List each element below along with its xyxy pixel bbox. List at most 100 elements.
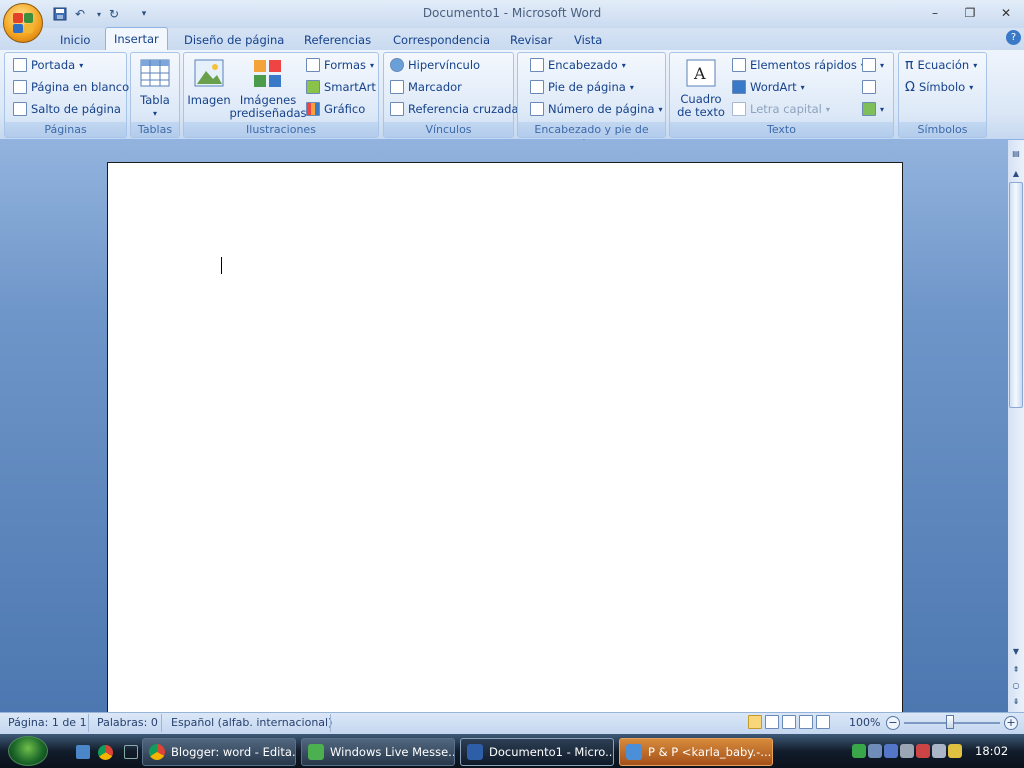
view-buttons [748,715,842,731]
referencia-cruzada-button[interactable]: Referencia cruzada [390,99,519,119]
tab-correspondencia[interactable]: Correspondencia [385,30,498,50]
pie-pagina-button[interactable]: Pie de página ▾ [530,77,634,97]
vertical-scrollbar[interactable]: ▤ ▲ ▼ ⇞ ○ ⇟ [1008,140,1024,712]
outline-icon[interactable] [799,715,813,729]
document-page[interactable] [107,162,903,722]
imagenes-prediseñadas-button[interactable]: Imágenes prediseñadas [229,59,307,120]
taskbar-item-blogger[interactable]: Blogger: word - Edita... [142,738,296,766]
chart-icon [306,102,320,116]
elementos-rapidos-button[interactable]: Elementos rápidos▾ [732,55,865,75]
wordart-button[interactable]: WordArt ▾ [732,77,805,97]
tab-revisar[interactable]: Revisar [502,30,560,50]
zoom-out-icon[interactable]: − [886,716,900,730]
text-box-icon: A [686,59,716,87]
date-time-icon [862,80,876,94]
tabla-button[interactable]: Tabla ▾ [139,59,171,120]
blank-page-icon [13,80,27,94]
page-number-icon [530,102,544,116]
switch-windows-icon[interactable] [124,745,138,759]
language-indicator[interactable]: Español (alfab. internacional) [171,716,332,729]
ecuacion-button[interactable]: π Ecuación ▾ [905,55,977,75]
object-button[interactable]: ▾ [862,99,884,119]
help-icon[interactable]: ? [1006,30,1021,45]
network-icon[interactable] [868,744,882,758]
taskbar-item-word[interactable]: Documento1 - Micro... [460,738,614,766]
next-page-icon[interactable]: ⇟ [1009,694,1023,708]
taskbar-item-messenger[interactable]: Windows Live Messe... [301,738,455,766]
print-layout-icon[interactable] [748,715,762,729]
simbolo-button[interactable]: Ω Símbolo ▾ [905,77,973,97]
start-button[interactable] [8,736,48,766]
window-title: Documento1 - Microsoft Word [422,6,602,20]
zoom-level[interactable]: 100% [849,716,880,729]
show-desktop-icon[interactable] [76,745,90,759]
minimize-button[interactable]: – [922,4,948,22]
tray-icon[interactable] [884,744,898,758]
chat-icon [626,744,642,760]
tab-diseno[interactable]: Diseño de página [176,30,292,50]
web-layout-icon[interactable] [782,715,796,729]
grafico-button[interactable]: Gráfico [306,99,365,119]
tab-inicio[interactable]: Inicio [52,30,98,50]
office-button[interactable] [3,3,43,43]
object-icon [862,102,876,116]
chevron-down-icon: ▾ [969,82,974,92]
tray-icon[interactable] [916,744,930,758]
status-divider [161,714,162,732]
page-count[interactable]: Página: 1 de 1 [8,716,87,729]
formas-button[interactable]: Formas ▾ [306,55,374,75]
status-divider [330,714,331,732]
chrome-quicklaunch-icon[interactable] [98,745,113,760]
salto-pagina-button[interactable]: Salto de página [13,99,121,119]
hipervinculo-button[interactable]: Hipervínculo [390,55,480,75]
text-cursor [221,257,222,274]
word-count[interactable]: Palabras: 0 [97,716,158,729]
numero-pagina-button[interactable]: Número de página ▾ [530,99,663,119]
tray-icon[interactable] [900,744,914,758]
portada-button[interactable]: Portada ▾ [13,55,83,75]
tab-vista[interactable]: Vista [566,30,610,50]
group-label-vinculos: Vínculos [384,122,513,137]
close-button[interactable]: ✕ [993,4,1019,22]
chevron-down-icon: ▾ [973,60,978,70]
smartart-button[interactable]: SmartArt [306,77,376,97]
encabezado-button[interactable]: Encabezado ▾ [530,55,626,75]
taskbar-item-chat[interactable]: P & P <karla_baby.-... [619,738,773,766]
status-divider [88,714,89,732]
ruler-toggle-icon[interactable]: ▤ [1009,146,1023,160]
tray-icon[interactable] [852,744,866,758]
volume-icon[interactable] [932,744,946,758]
chevron-down-icon: ▾ [621,60,626,70]
marcador-button[interactable]: Marcador [390,77,462,97]
group-label-ilustraciones: Ilustraciones [184,122,378,137]
date-time-button[interactable] [862,77,876,97]
group-encabezado: Encabezado ▾ Pie de página ▾ Número de pág… [517,52,666,151]
full-screen-reading-icon[interactable] [765,715,779,729]
wordart-icon [732,80,746,94]
tray-icon[interactable] [948,744,962,758]
maximize-button[interactable]: ❐ [957,4,983,22]
imagen-button[interactable]: Imagen [187,59,231,107]
clock[interactable]: 18:02 [975,744,1008,758]
signature-line-button[interactable]: ▾ [862,55,884,75]
group-vinculos: Hipervínculo Marcador Referencia cruzada… [383,52,519,138]
clip-art-icon [254,60,281,87]
tab-referencias[interactable]: Referencias [296,30,379,50]
select-browse-object-icon[interactable]: ○ [1009,678,1023,692]
group-label-paginas: Páginas [5,122,126,137]
scroll-down-icon[interactable]: ▼ [1009,644,1023,658]
chevron-down-icon: ▾ [79,60,84,70]
chevron-down-icon: ▾ [370,60,375,70]
zoom-in-icon[interactable]: + [1004,716,1018,730]
previous-page-icon[interactable]: ⇞ [1009,662,1023,676]
letra-capital-button[interactable]: Letra capital ▾ [732,99,830,119]
scroll-up-icon[interactable]: ▲ [1009,166,1023,180]
draft-icon[interactable] [816,715,830,729]
pagina-blanco-button[interactable]: Página en blanco [13,77,129,97]
tab-insertar[interactable]: Insertar [105,27,168,51]
chevron-down-icon: ▾ [825,104,830,114]
hyperlink-icon [390,58,404,72]
scrollbar-thumb[interactable] [1009,182,1023,408]
zoom-slider-thumb[interactable] [946,715,954,729]
shapes-icon [306,58,320,72]
